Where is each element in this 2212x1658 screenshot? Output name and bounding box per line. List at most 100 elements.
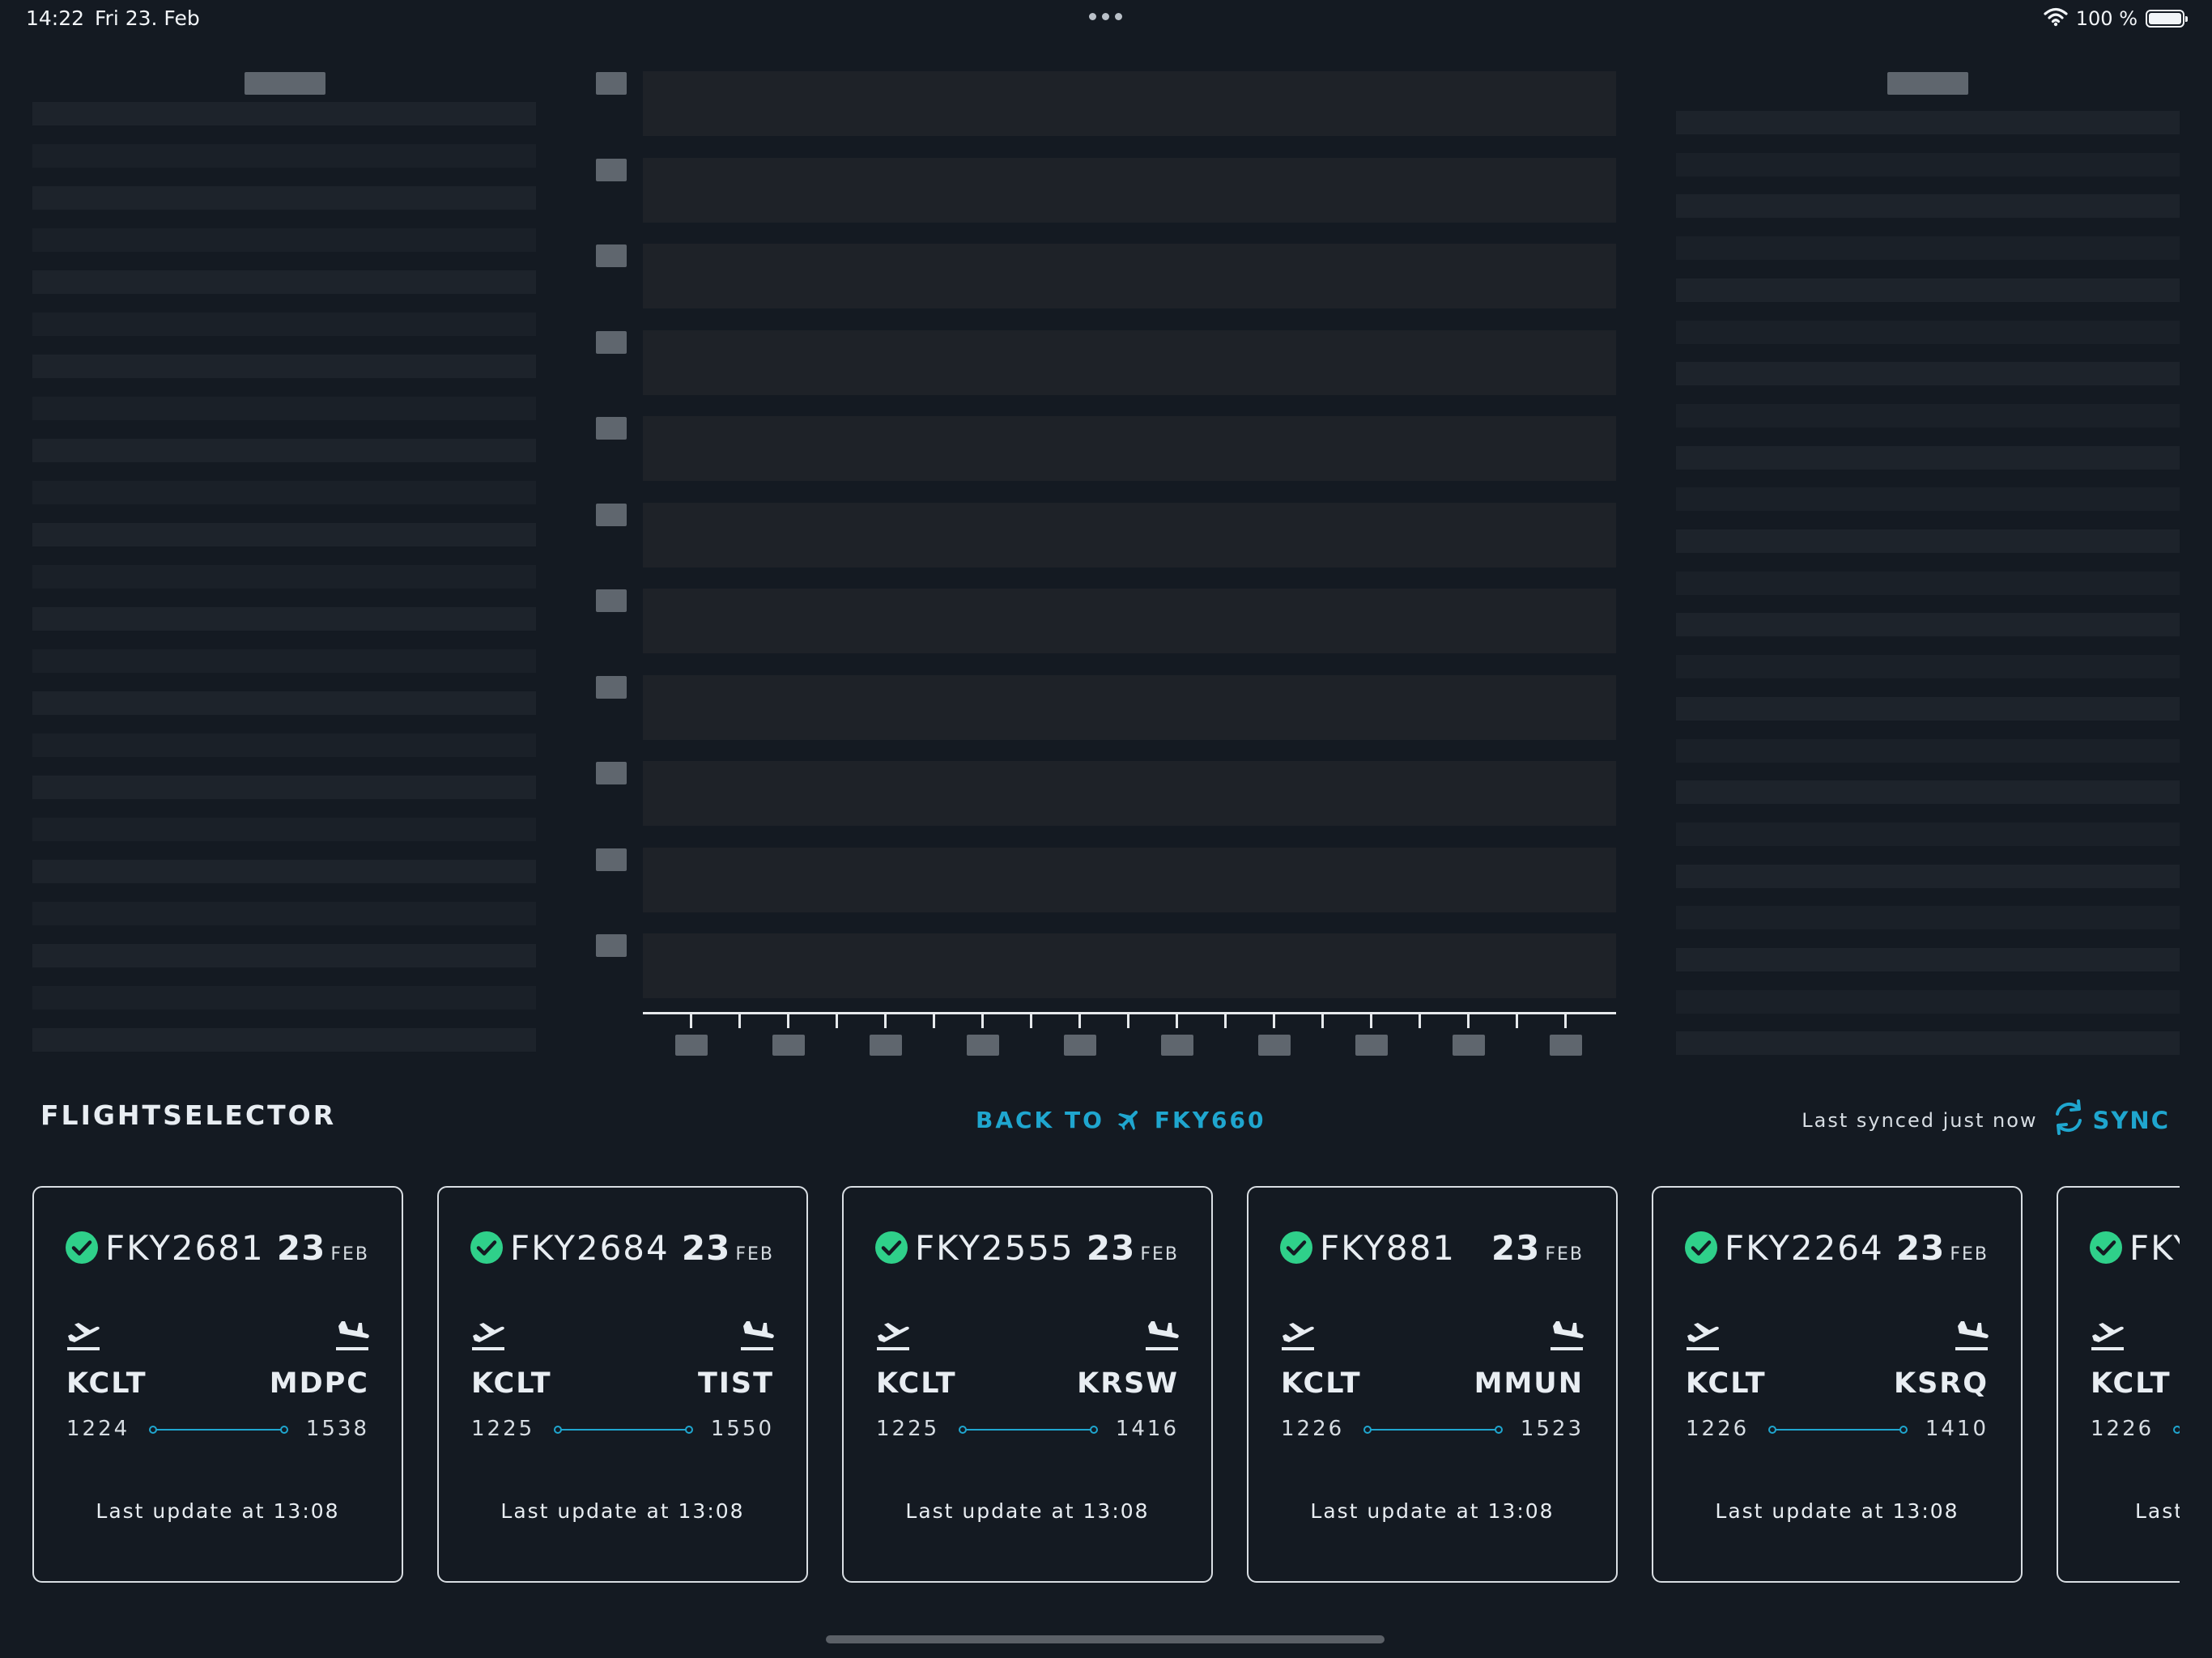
chart-y-label-placeholder — [596, 417, 627, 440]
placeholder-row — [32, 565, 536, 589]
chart-row-placeholder — [643, 761, 1616, 826]
placeholder-row — [1676, 152, 2180, 176]
chart-y-label-placeholder — [596, 589, 627, 612]
placeholder-row — [32, 860, 536, 883]
placeholder-row — [1676, 655, 2180, 679]
destination-airport: KSRQ — [1893, 1367, 1989, 1400]
origin-airport: KCLT — [1686, 1367, 1767, 1400]
flight-card[interactable]: FKY KCLT 1226 Last — [2057, 1186, 2180, 1583]
home-indicator[interactable] — [826, 1635, 1385, 1643]
flight-card[interactable]: FKY2555 23 FEB KCLT KRSW 1225 1416 Last u… — [842, 1186, 1213, 1583]
route-start-dot — [1363, 1426, 1372, 1434]
flight-month: FEB — [1545, 1244, 1584, 1265]
chart-y-label-placeholder — [596, 158, 627, 181]
plane-icon — [1116, 1106, 1143, 1133]
departure-icon — [65, 1320, 102, 1352]
status-date: Fri 23. Feb — [95, 6, 200, 30]
flight-number: FKY2681 — [105, 1228, 265, 1268]
chart-row-placeholder — [643, 71, 1616, 136]
chart-y-label-placeholder — [596, 762, 627, 784]
destination-airport: MMUN — [1474, 1367, 1584, 1400]
route-line — [1363, 1426, 1503, 1434]
placeholder-row — [1676, 822, 2180, 846]
placeholder-row — [32, 228, 536, 252]
origin-airport: KCLT — [2091, 1367, 2172, 1400]
departure-icon — [2089, 1320, 2126, 1352]
departure-time: 1225 — [876, 1417, 940, 1441]
placeholder-row — [32, 312, 536, 336]
chart-row-placeholder — [643, 329, 1616, 395]
route-line — [1768, 1426, 1908, 1434]
placeholder-row — [1676, 738, 2180, 763]
placeholder-row — [1676, 906, 2180, 930]
sync-icon — [2051, 1098, 2087, 1142]
arrival-time: 1550 — [710, 1417, 774, 1441]
placeholder-row — [32, 397, 536, 420]
flight-number: FKY2264 — [1725, 1228, 1884, 1268]
chart-x-tick — [1370, 1014, 1372, 1028]
chart-x-tick — [1030, 1014, 1032, 1028]
placeholder-row — [32, 186, 536, 210]
placeholder-row — [32, 818, 536, 841]
flight-month: FEB — [1950, 1244, 1989, 1265]
arrival-time: 1538 — [305, 1417, 369, 1441]
left-panel-placeholder — [32, 102, 536, 1057]
placeholder-row — [32, 1028, 536, 1052]
back-to-label: BACK TO — [976, 1106, 1104, 1133]
route-start-dot — [1768, 1426, 1776, 1434]
flight-card[interactable]: FKY2681 23 FEB KCLT MDPC 1224 1538 Last u… — [32, 1186, 403, 1583]
status-right: 100 % — [2044, 6, 2188, 32]
chart-y-label-placeholder — [596, 675, 627, 699]
chart-x-label-placeholder — [870, 1035, 902, 1056]
flight-card[interactable]: FKY2684 23 FEB KCLT TIST 1225 1550 Last u… — [437, 1186, 808, 1583]
chart-y-label-placeholder — [596, 244, 627, 267]
chart-x-tick — [1176, 1014, 1178, 1028]
chart-x-tick — [1419, 1014, 1421, 1028]
sync-label: SYNC — [2092, 1106, 2170, 1134]
sync-button[interactable]: SYNC — [2051, 1098, 2170, 1142]
destination-airport: KRSW — [1077, 1367, 1179, 1400]
flight-card[interactable]: FKY881 23 FEB KCLT MMUN 1226 1523 Last up… — [1247, 1186, 1618, 1583]
chart-x-label-placeholder — [772, 1035, 805, 1056]
left-panel-header-placeholder — [245, 72, 325, 95]
back-to-flight: FKY660 — [1154, 1106, 1266, 1133]
route-line — [959, 1426, 1098, 1434]
flight-number: FKY2684 — [510, 1228, 670, 1268]
check-circle-icon — [1279, 1231, 1313, 1265]
departure-time: 1226 — [1686, 1417, 1750, 1441]
route-end-dot — [280, 1426, 288, 1434]
origin-airport: KCLT — [66, 1367, 147, 1400]
placeholder-row — [1676, 236, 2180, 261]
chart-x-label-placeholder — [675, 1035, 708, 1056]
chart-x-label-placeholder — [1064, 1035, 1096, 1056]
chart-y-label-placeholder — [596, 72, 627, 95]
sync-area: Last synced just now SYNC — [1802, 1098, 2170, 1142]
placeholder-row — [32, 355, 536, 378]
chart-row-placeholder — [643, 933, 1616, 998]
chart-x-tick — [836, 1014, 838, 1028]
last-update-text: Last — [2135, 1499, 2180, 1523]
chart-row-placeholder — [643, 157, 1616, 223]
chart-x-tick — [1273, 1014, 1275, 1028]
placeholder-row — [1676, 445, 2180, 470]
origin-airport: KCLT — [471, 1367, 552, 1400]
back-to-button[interactable]: BACK TO FKY660 — [976, 1106, 1266, 1133]
placeholder-row — [1676, 948, 2180, 971]
chart-row-placeholder — [643, 502, 1616, 568]
route-line — [149, 1426, 288, 1434]
departure-time: 1226 — [2091, 1417, 2155, 1441]
multitasking-dots-icon[interactable] — [1089, 13, 1125, 21]
chart-x-tick — [738, 1014, 741, 1028]
chart-row-placeholder — [643, 847, 1616, 912]
departure-icon — [874, 1320, 912, 1352]
placeholder-row — [32, 902, 536, 925]
chart-x-tick — [1467, 1014, 1470, 1028]
destination-airport: MDPC — [269, 1367, 369, 1400]
placeholder-row — [32, 776, 536, 799]
flight-day: 23 — [1491, 1228, 1541, 1268]
placeholder-row — [1676, 529, 2180, 553]
battery-icon — [2146, 10, 2188, 28]
route-end-dot — [1899, 1426, 1908, 1434]
placeholder-row — [32, 733, 536, 757]
flight-card[interactable]: FKY2264 23 FEB KCLT KSRQ 1226 1410 Last u… — [1652, 1186, 2023, 1583]
